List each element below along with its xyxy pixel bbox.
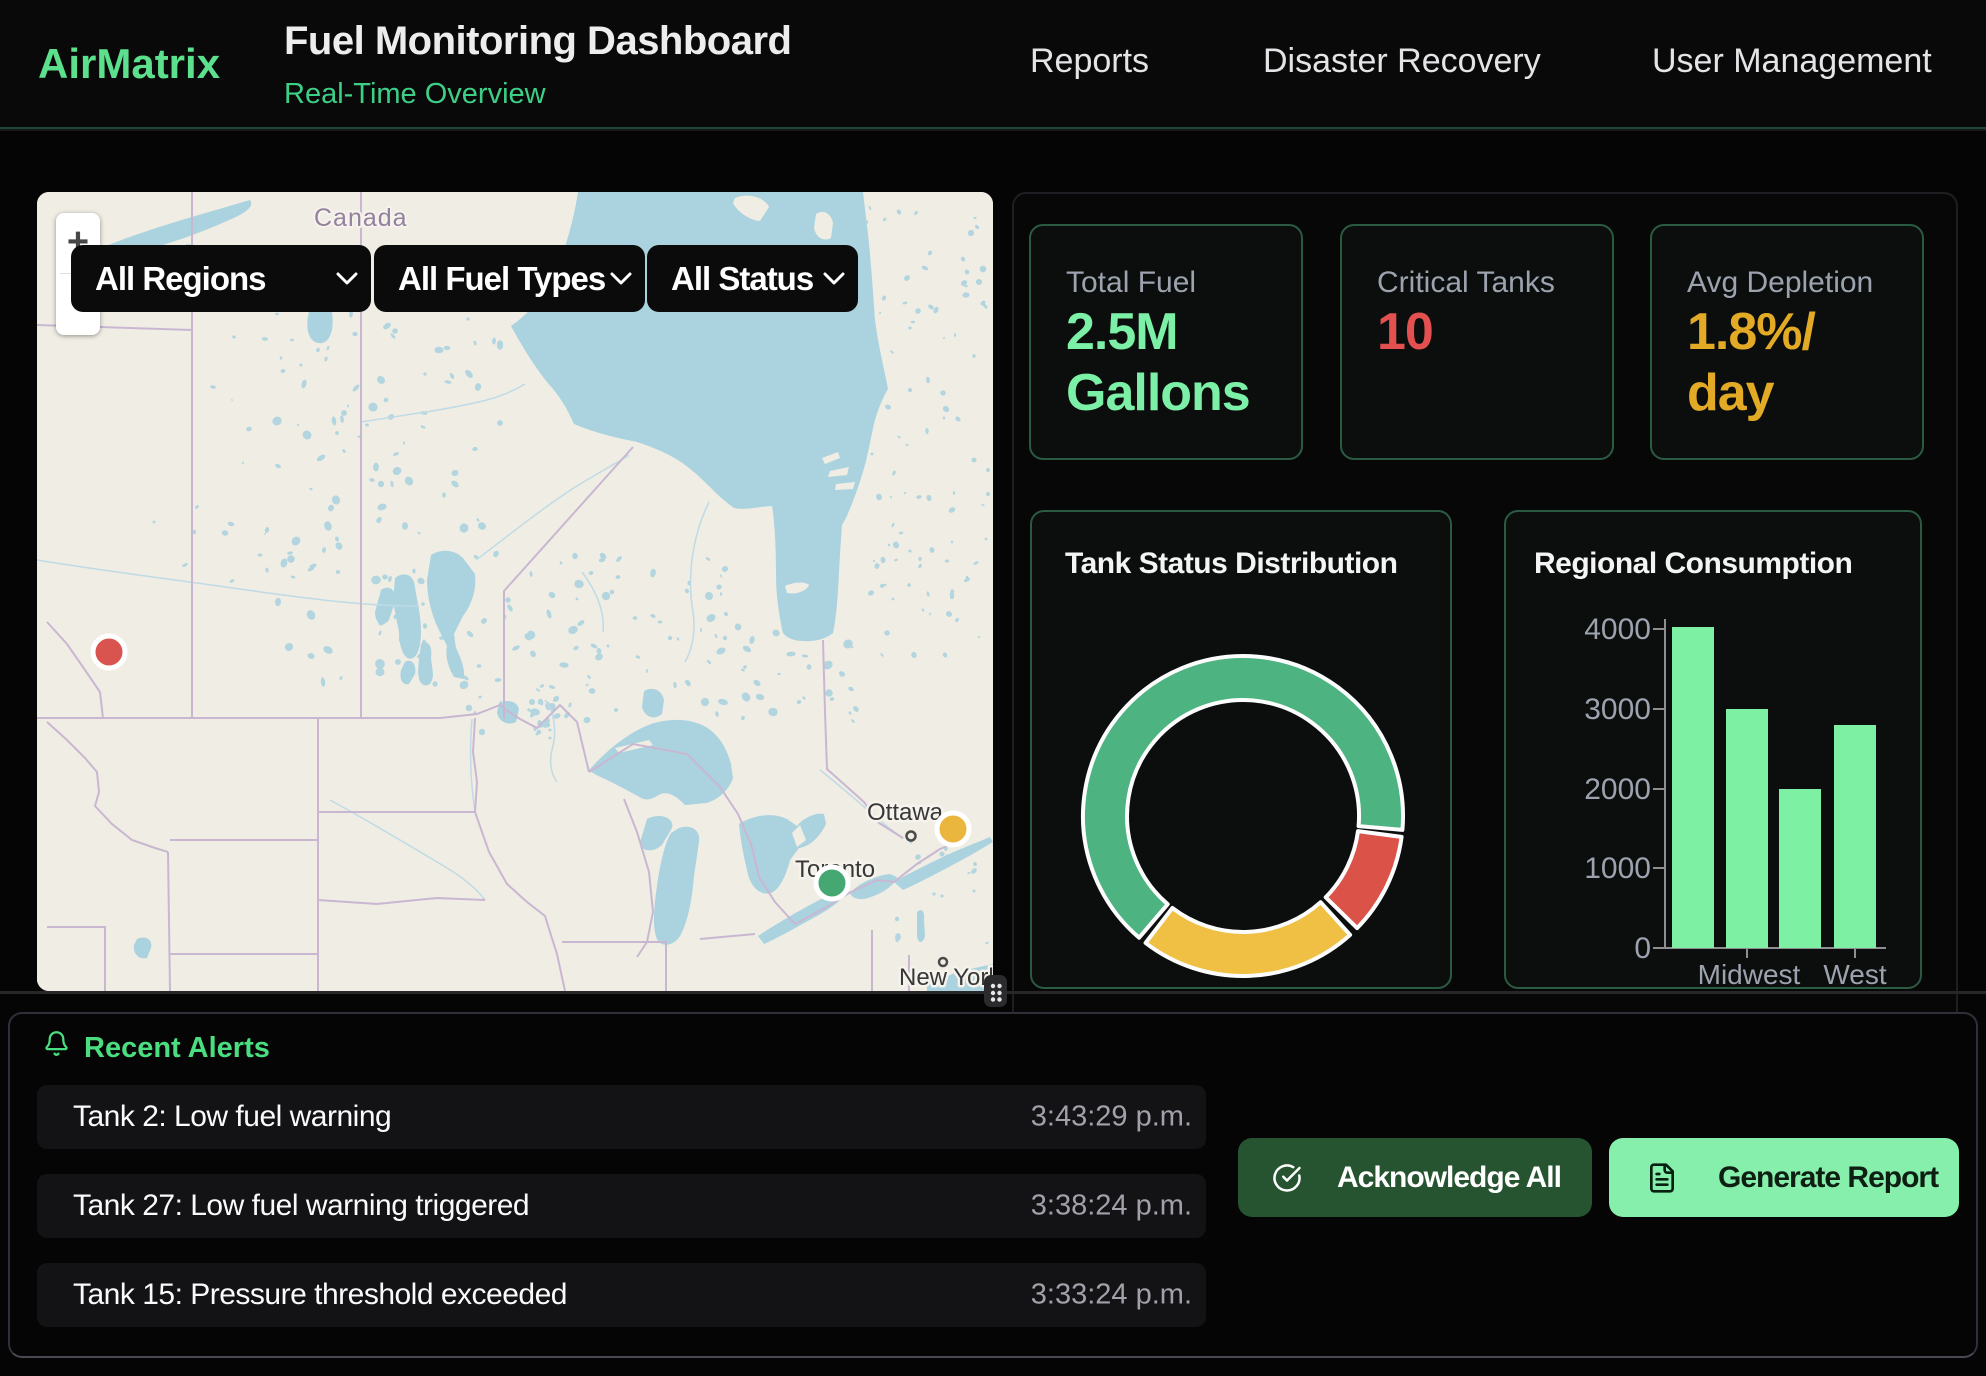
svg-text:4000: 4000 — [1584, 613, 1651, 646]
svg-text:3000: 3000 — [1584, 693, 1651, 726]
svg-text:0: 0 — [1634, 932, 1651, 965]
svg-text:Canada: Canada — [314, 204, 408, 232]
svg-text:New York: New York — [899, 964, 993, 991]
svg-text:West: West — [1823, 959, 1886, 987]
svg-text:1000: 1000 — [1584, 852, 1651, 885]
svg-text:Ottawa: Ottawa — [867, 799, 944, 826]
svg-text:Midwest: Midwest — [1698, 959, 1801, 987]
svg-text:2000: 2000 — [1584, 773, 1651, 806]
